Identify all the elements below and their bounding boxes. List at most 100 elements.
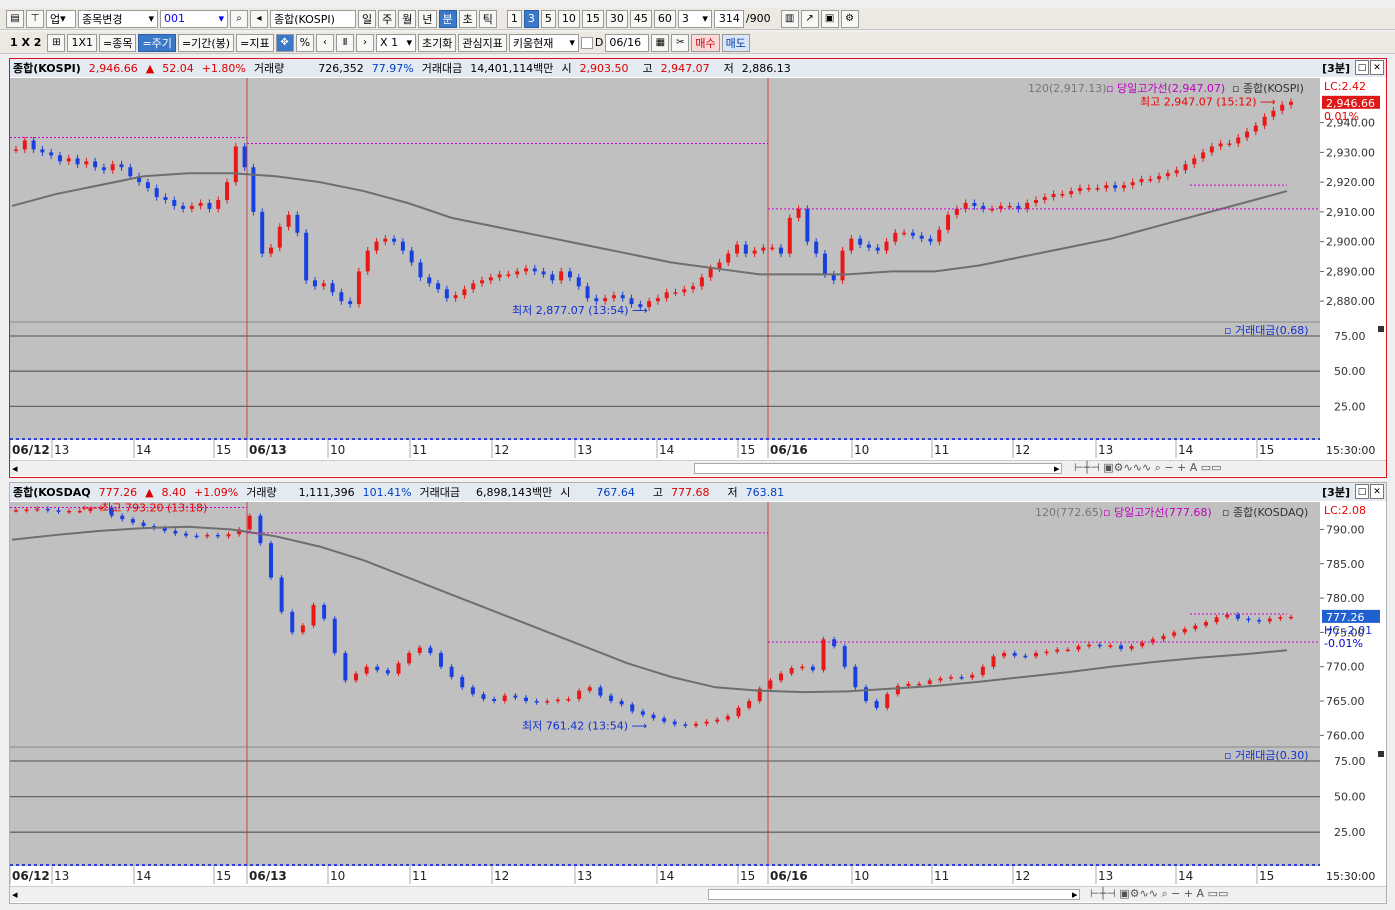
calendar-icon[interactable]: ▦ bbox=[651, 33, 670, 52]
candle bbox=[1007, 205, 1012, 208]
period-week[interactable]: 주 bbox=[378, 9, 397, 28]
candle bbox=[946, 214, 951, 230]
maximize-icon[interactable]: □ bbox=[1355, 60, 1369, 75]
code-input[interactable]: 001 ▾ bbox=[160, 9, 228, 28]
chart-canvas[interactable]: 2,940.002,930.002,920.002,910.002,900.00… bbox=[10, 78, 1386, 460]
speaker-icon[interactable]: ◂ bbox=[250, 9, 268, 28]
interval-select[interactable]: 3 ▾ bbox=[677, 9, 712, 28]
x-tick-label: 06/12 bbox=[12, 443, 50, 457]
stock-link-button[interactable]: =종목 bbox=[99, 33, 137, 52]
scroll-right-icon[interactable]: ▸ bbox=[1054, 462, 1060, 475]
candle bbox=[849, 238, 854, 251]
interval-5[interactable]: 5 bbox=[540, 9, 556, 28]
trend-icon[interactable]: ↗ bbox=[800, 9, 819, 28]
zoom-tools-icon[interactable]: ⊢┼⊣ ▣⚙∿∿∿ ⌕ − + A ▭▭ bbox=[1074, 461, 1222, 475]
scroll-left-icon[interactable]: ◂ bbox=[12, 888, 18, 901]
count-input[interactable]: 314 bbox=[713, 9, 744, 28]
candle bbox=[910, 232, 915, 236]
candle bbox=[1214, 617, 1219, 623]
candle bbox=[735, 244, 740, 254]
period-second[interactable]: 초 bbox=[458, 9, 477, 28]
pin-icon[interactable]: ⊤ bbox=[26, 9, 44, 28]
layout-icon[interactable]: ▤ bbox=[6, 9, 24, 28]
candle bbox=[145, 182, 150, 189]
crosshair-icon[interactable]: ✥ bbox=[275, 33, 294, 52]
min-annotation: 최저 761.42 (13:54) ⟶ bbox=[522, 720, 648, 733]
candle bbox=[260, 211, 265, 254]
scroll-thumb[interactable] bbox=[694, 463, 1062, 474]
candle bbox=[603, 298, 608, 302]
period-tick[interactable]: 틱 bbox=[478, 9, 497, 28]
candle bbox=[524, 697, 528, 702]
x-tick-label: 06/13 bbox=[249, 443, 287, 457]
next-icon[interactable]: › bbox=[356, 33, 375, 52]
plot-background bbox=[10, 502, 1320, 886]
scroll-right-icon[interactable]: ▸ bbox=[1072, 888, 1078, 901]
period-minute[interactable]: 분 bbox=[438, 9, 457, 28]
interval-15[interactable]: 15 bbox=[581, 9, 604, 28]
date-input[interactable]: 06/16 bbox=[605, 33, 650, 52]
x-tick-label: 13 bbox=[577, 869, 592, 883]
zoom-select[interactable]: X 1 ▾ bbox=[376, 33, 417, 52]
market-select[interactable]: 업 ▾ bbox=[46, 9, 76, 28]
watch-indicator-button[interactable]: 관심지표 bbox=[458, 33, 507, 52]
candle bbox=[40, 149, 45, 153]
candle bbox=[1119, 645, 1123, 649]
horizontal-scrollbar[interactable]: ◂ ▸ ⊢┼⊣ ▣⚙∿∿ ⌕ − + A ▭▭ bbox=[10, 886, 1386, 902]
grid-icon[interactable]: ⊞ bbox=[47, 33, 66, 52]
last-price-tag-text: 2,946.66 bbox=[1326, 97, 1375, 110]
y-tick-label: 780.00 bbox=[1326, 592, 1365, 605]
interval-45[interactable]: 45 bbox=[629, 9, 652, 28]
buy-button[interactable]: 매수 bbox=[691, 33, 720, 52]
interval-10[interactable]: 10 bbox=[557, 9, 580, 28]
sell-button[interactable]: 매도 bbox=[721, 33, 750, 52]
chart-canvas[interactable]: 790.00785.00780.00775.00770.00765.00760.… bbox=[10, 502, 1386, 886]
scissors-icon[interactable]: ✂ bbox=[671, 33, 690, 52]
candle bbox=[559, 271, 564, 281]
close-icon[interactable]: ✕ bbox=[1370, 484, 1384, 499]
search-icon[interactable]: ⌕ bbox=[230, 9, 248, 28]
interval-3[interactable]: 3 bbox=[523, 9, 539, 28]
percent-button[interactable]: % bbox=[295, 33, 315, 52]
scroll-thumb[interactable] bbox=[708, 889, 1080, 900]
zoom-tools-icon[interactable]: ⊢┼⊣ ▣⚙∿∿ ⌕ − + A ▭▭ bbox=[1090, 887, 1228, 901]
x-tick-label: 06/13 bbox=[249, 869, 287, 883]
horizontal-scrollbar[interactable]: ◂ ▸ ⊢┼⊣ ▣⚙∿∿∿ ⌕ − + A ▭▭ bbox=[10, 460, 1386, 476]
stock-change-select[interactable]: 종목변경 ▾ bbox=[78, 9, 158, 28]
x-tick-label: 11 bbox=[934, 443, 949, 457]
chart-type-icon[interactable]: ▥ bbox=[780, 9, 799, 28]
candle bbox=[1087, 644, 1092, 647]
amount-value: 6,898,143백만 bbox=[476, 486, 553, 499]
candle bbox=[768, 680, 773, 689]
layout-1x1-button[interactable]: 1X1 bbox=[67, 33, 97, 52]
interval-30[interactable]: 30 bbox=[605, 9, 628, 28]
period-day[interactable]: 일 bbox=[358, 9, 377, 28]
range-link-button[interactable]: =기간(봉) bbox=[177, 33, 235, 52]
candle bbox=[919, 235, 924, 239]
close-icon[interactable]: ✕ bbox=[1370, 60, 1384, 75]
pause-icon[interactable]: Ⅱ bbox=[336, 33, 355, 52]
maximize-icon[interactable]: □ bbox=[1355, 484, 1369, 499]
kiwoom-select[interactable]: 키움현재 ▾ bbox=[508, 33, 579, 52]
period-link-button[interactable]: =주기 bbox=[138, 33, 176, 52]
indicator-link-button[interactable]: =지표 bbox=[236, 33, 274, 52]
scroll-left-icon[interactable]: ◂ bbox=[12, 462, 18, 475]
open-label: 시 bbox=[560, 486, 571, 499]
candle bbox=[566, 698, 571, 701]
prev-icon[interactable]: ‹ bbox=[316, 33, 335, 52]
reset-button[interactable]: 초기화 bbox=[418, 33, 457, 52]
save-icon[interactable]: ▣ bbox=[820, 9, 839, 28]
x-tick-label: 11 bbox=[412, 443, 427, 457]
interval-60[interactable]: 60 bbox=[653, 9, 676, 28]
interval-1[interactable]: 1 bbox=[506, 9, 522, 28]
stock-name-field[interactable]: 종합(KOSPI) bbox=[270, 9, 356, 28]
candle bbox=[24, 509, 29, 512]
candle bbox=[1095, 188, 1100, 190]
candle bbox=[1257, 620, 1262, 622]
period-year[interactable]: 년 bbox=[418, 9, 437, 28]
gear-icon[interactable]: ⚙ bbox=[840, 9, 859, 28]
x-tick-label: 14 bbox=[136, 869, 151, 883]
period-month[interactable]: 월 bbox=[398, 9, 417, 28]
candle bbox=[300, 625, 305, 633]
date-checkbox[interactable] bbox=[580, 36, 593, 49]
